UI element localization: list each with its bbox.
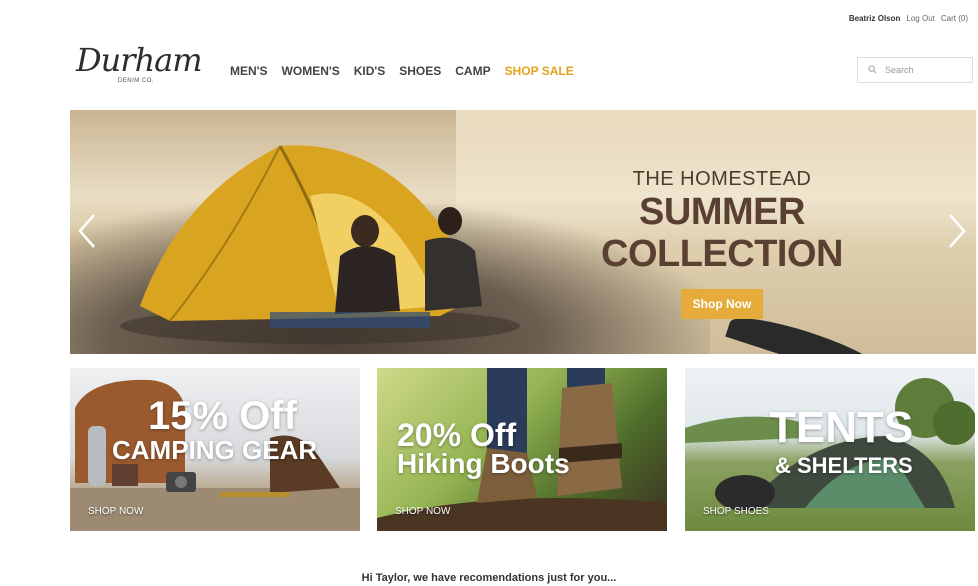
promo-tents-line2: & SHELTERS [775, 453, 913, 478]
promo-tents-line1: TENTS [769, 403, 914, 452]
hero-banner: THE HOMESTEAD SUMMER COLLECTION Shop Now [70, 110, 976, 354]
brand-logo[interactable]: Durham DENIM CO. [76, 41, 203, 84]
recommendations-message: Hi Taylor, we have recomendations just f… [361, 572, 617, 584]
promo-hiking-line1: 20% Off [397, 417, 517, 453]
nav-item-mens[interactable]: MEN'S [230, 64, 268, 78]
promo-hiking-boots[interactable]: 20% Off Hiking Boots SHOP NOW [377, 368, 667, 531]
carousel-prev-button[interactable] [76, 211, 98, 251]
promo-tents-link[interactable]: SHOP SHOES [703, 506, 769, 517]
promo-camping-gear[interactable]: 15% Off CAMPING GEAR SHOP NOW [70, 368, 360, 531]
shop-now-button[interactable]: Shop Now [680, 289, 764, 319]
hero-headline: SUMMER COLLECTION [601, 191, 843, 275]
search-input[interactable] [883, 64, 967, 76]
cart-link[interactable]: Cart (0) [941, 14, 968, 23]
hero-eyebrow: THE HOMESTEAD [632, 168, 812, 190]
nav-item-kids[interactable]: KID'S [354, 64, 386, 78]
promo-tents-shelters[interactable]: TENTS & SHELTERS SHOP SHOES [685, 368, 975, 531]
chevron-left-icon [78, 214, 95, 248]
search-icon [868, 61, 877, 79]
nav-item-shop-sale[interactable]: SHOP SALE [505, 64, 574, 78]
promo-camping-line1: 15% Off [148, 394, 297, 438]
hero-copy: THE HOMESTEAD SUMMER COLLECTION Shop Now [522, 168, 922, 319]
main-nav: MEN'S WOMEN'S KID'S SHOES CAMP SHOP SALE [230, 64, 574, 78]
logo-wordmark: Durham [76, 41, 203, 79]
user-name[interactable]: Beatriz Olson [849, 14, 901, 23]
nav-item-camp[interactable]: CAMP [455, 64, 490, 78]
search-box[interactable] [857, 57, 973, 83]
nav-item-womens[interactable]: WOMEN'S [282, 64, 340, 78]
chevron-right-icon [949, 214, 966, 248]
promo-hiking-link[interactable]: SHOP NOW [395, 506, 450, 517]
promo-hiking-line2: Hiking Boots [397, 448, 570, 479]
hero-tent-image [110, 136, 530, 351]
carousel-next-button[interactable] [946, 211, 968, 251]
promo-camping-line2: CAMPING GEAR [112, 435, 318, 465]
logout-link[interactable]: Log Out [906, 14, 934, 23]
promo-camping-link[interactable]: SHOP NOW [88, 506, 143, 517]
nav-item-shoes[interactable]: SHOES [399, 64, 441, 78]
account-bar: Beatriz Olson Log Out Cart (0) [849, 14, 968, 23]
